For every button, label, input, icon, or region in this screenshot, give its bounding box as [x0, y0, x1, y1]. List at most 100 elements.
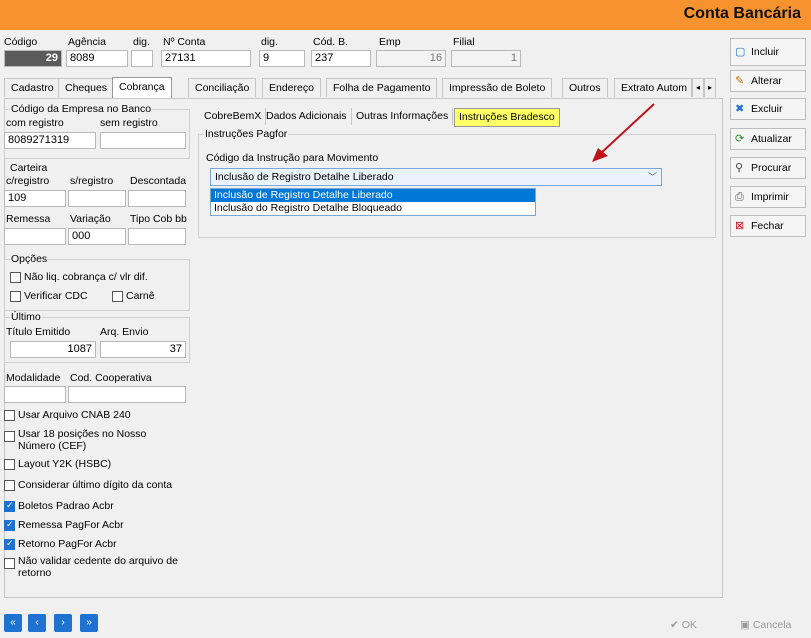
printer-icon: ⎙ [735, 191, 744, 203]
verificar-cdc-checkbox[interactable]: Verificar CDC [10, 290, 88, 302]
arq-envio-field[interactable]: 37 [100, 341, 186, 358]
remessa-pagfor-checkbox[interactable]: Remessa PagFor Acbr [4, 519, 124, 531]
ultimo-digito-checkbox[interactable]: Considerar último dígito da conta [4, 479, 172, 491]
arq-envio-label: Arq. Envio [100, 326, 149, 338]
com-registro-field[interactable]: 8089271319 [4, 132, 96, 149]
edit-pencil-icon: ✎ [735, 75, 745, 87]
procurar-button[interactable]: ⚲ Procurar [730, 157, 806, 179]
fechar-button[interactable]: ⊠ Fechar [730, 215, 806, 237]
checkbox-box[interactable] [112, 290, 123, 302]
checkbox-box-checked[interactable] [4, 538, 15, 550]
tab-outros[interactable]: Outros [562, 78, 608, 97]
subtab-dados-adicionais[interactable]: Dados Adicionais [262, 108, 352, 125]
ok-button[interactable]: ✔ OK [670, 615, 697, 635]
cancel-label: Cancela [752, 619, 792, 631]
last-record-icon[interactable]: » [80, 614, 98, 632]
tab-scroll-right-icon[interactable]: ▸ [704, 78, 716, 97]
option-detalhe-liberado[interactable]: Inclusão de Registro Detalhe Liberado [211, 189, 535, 202]
agencia-field[interactable]: 8089 [66, 50, 128, 67]
button-label: Alterar [751, 75, 782, 87]
tipo-cob-field[interactable] [128, 228, 186, 245]
sem-registro-field[interactable] [100, 132, 186, 149]
s-registro-field[interactable] [68, 190, 126, 207]
codigo-instrucao-select[interactable]: Inclusão de Registro Detalhe Liberado ﹀ [210, 168, 662, 186]
tab-extrato-automatico[interactable]: Extrato Autom [614, 78, 692, 97]
excluir-button[interactable]: ✖ Excluir [730, 98, 806, 120]
tab-conciliacao[interactable]: Conciliação [188, 78, 257, 97]
imprimir-button[interactable]: ⎙ Imprimir [730, 186, 806, 208]
tab-impressao-boleto[interactable]: Impressão de Boleto [442, 78, 553, 97]
codigo-label: Código [4, 36, 38, 48]
check-label: Layout Y2K (HSBC) [18, 458, 112, 470]
variacao-label: Variação [70, 213, 111, 225]
cod-cooperativa-field[interactable] [68, 386, 186, 403]
tab-cobranca[interactable]: Cobrança [112, 77, 172, 98]
cnab240-checkbox[interactable]: Usar Arquivo CNAB 240 [4, 409, 131, 421]
next-record-icon[interactable]: › [54, 614, 72, 632]
dig2-label: dig. [261, 36, 278, 48]
checkbox-box[interactable] [10, 290, 21, 302]
alterar-button[interactable]: ✎ Alterar [730, 70, 806, 92]
checkbox-box[interactable] [4, 479, 15, 491]
chevron-down-icon: ﹀ [647, 172, 657, 182]
codb-field[interactable]: 237 [311, 50, 371, 67]
tab-cheques[interactable]: Cheques [58, 78, 115, 97]
option-detalhe-bloqueado[interactable]: Inclusão do Registro Detalhe Bloqueado [211, 202, 535, 215]
nao-liq-checkbox[interactable]: Não liq. cobrança c/ vlr dif. [10, 271, 148, 283]
atualizar-button[interactable]: ⟳ Atualizar [730, 128, 806, 150]
retorno-pagfor-checkbox[interactable]: Retorno PagFor Acbr [4, 538, 117, 550]
emp-field: 16 [376, 50, 446, 67]
check-label: Não validar cedente do arquivo de retorn… [18, 555, 178, 579]
variacao-field[interactable]: 000 [68, 228, 126, 245]
checkbox-box-checked[interactable] [4, 500, 15, 512]
boletos-padrao-checkbox[interactable]: Boletos Padrao Acbr [4, 500, 114, 512]
check-label: Retorno PagFor Acbr [18, 538, 117, 550]
subtab-cobrebemx[interactable]: CobreBemX [200, 108, 267, 125]
carne-checkbox[interactable]: Carnê [112, 290, 155, 302]
titulo-emitido-field[interactable]: 1087 [10, 341, 96, 358]
nconta-field[interactable]: 27131 [161, 50, 251, 67]
remessa-field[interactable] [4, 228, 66, 245]
dig2-field[interactable]: 9 [259, 50, 305, 67]
filial-field: 1 [451, 50, 521, 67]
checkbox-box[interactable] [4, 558, 15, 569]
c-registro-field[interactable]: 109 [4, 190, 66, 207]
checkbox-box[interactable] [4, 409, 15, 421]
checkbox-box[interactable] [10, 271, 21, 283]
tab-endereco[interactable]: Endereço [262, 78, 321, 97]
previous-record-icon[interactable]: ‹ [28, 614, 46, 632]
opcoes-group [4, 259, 190, 311]
nao-validar-cedente-checkbox[interactable]: Não validar cedente do arquivo de retorn… [4, 555, 184, 579]
tab-cadastro[interactable]: Cadastro [4, 78, 61, 97]
subtab-instrucoes-bradesco[interactable]: Instruções Bradesco [454, 108, 560, 127]
delete-icon: ✖ [735, 103, 745, 115]
subtab-outras-informacoes[interactable]: Outras Informações [352, 108, 454, 125]
check-icon: ✔ [670, 619, 679, 631]
checkbox-box[interactable] [4, 458, 15, 470]
codigo-field[interactable]: 29 [4, 50, 62, 67]
cancel-icon: ▣ [740, 619, 750, 631]
modalidade-label: Modalidade [6, 372, 61, 384]
verificar-cdc-label: Verificar CDC [24, 290, 88, 302]
dig1-field[interactable] [131, 50, 153, 67]
nosso-numero-18-checkbox[interactable]: Usar 18 posições no Nosso Número (CEF) [4, 428, 184, 452]
checkbox-box[interactable] [4, 431, 15, 442]
new-document-icon: ▢ [735, 46, 746, 58]
c-registro-label: c/registro [6, 175, 50, 187]
modalidade-field[interactable] [4, 386, 66, 403]
tab-scroll-left-icon[interactable]: ◂ [692, 78, 704, 97]
binoculars-icon: ⚲ [735, 162, 744, 174]
incluir-button[interactable]: ▢ Incluir [730, 38, 806, 66]
button-label: Atualizar [751, 133, 792, 145]
dig1-label: dig. [133, 36, 150, 48]
refresh-icon: ⟳ [735, 133, 745, 145]
layout-y2k-checkbox[interactable]: Layout Y2K (HSBC) [4, 458, 111, 470]
cancel-button[interactable]: ▣ Cancela [740, 615, 791, 635]
tab-folha-pagamento[interactable]: Folha de Pagamento [326, 78, 438, 97]
instrucoes-pagfor-label: Instruções Pagfor [204, 128, 289, 140]
first-record-icon[interactable]: « [4, 614, 22, 632]
titulo-emitido-label: Título Emitido [6, 326, 71, 338]
checkbox-box-checked[interactable] [4, 519, 15, 531]
s-registro-label: s/registro [70, 175, 114, 187]
descontada-field[interactable] [128, 190, 186, 207]
